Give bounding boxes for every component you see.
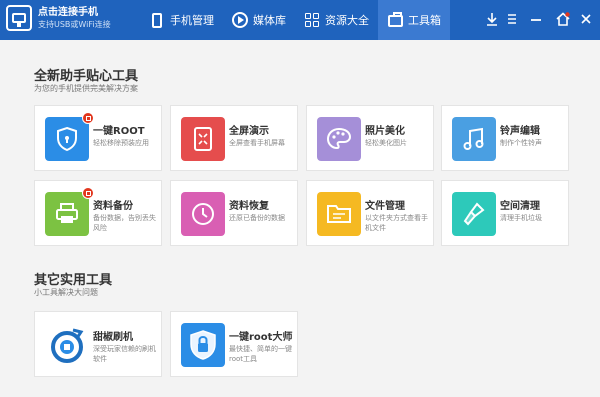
tool-card-cleanup[interactable]: 空间清理 清理手机垃圾 [441,180,569,246]
tool-card-root[interactable]: 一键ROOT 轻松移除预装应用 [34,105,162,171]
tool-card-fullscreen[interactable]: 全屏演示 全屏查看手机屏幕 [170,105,298,171]
tool-card-root-master[interactable]: 一键root大师 最快捷、简单的一键root工具 [170,311,298,377]
tab-toolbox[interactable]: 工具箱 [378,0,450,40]
tool-name: 一键ROOT [93,126,145,137]
app-title[interactable]: 点击连接手机 [38,6,111,19]
minimize-icon[interactable] [530,12,542,29]
folder-icon [317,192,361,236]
tool-name: 照片美化 [365,126,405,137]
tool-name: 甜椒刷机 [93,332,133,343]
toolbox-icon [387,12,403,28]
tool-name: 资料恢复 [229,201,269,212]
tab-label: 资源大全 [325,14,369,27]
tool-desc: 制作个性铃声 [500,139,542,147]
tool-name: 全屏演示 [229,126,269,137]
tool-name: 一键root大师 [229,332,293,343]
tool-name: 铃声编辑 [500,126,540,137]
fullscreen-icon [181,117,225,161]
tool-name: 空间清理 [500,201,540,212]
tool-desc: 最快捷、简单的一键root工具 [229,345,292,363]
music-note-icon [452,117,496,161]
tab-resources[interactable]: 资源大全 [295,0,378,40]
close-icon[interactable] [580,12,592,29]
palette-icon [317,117,361,161]
tool-card-photo[interactable]: 照片美化 轻松美化图片 [306,105,434,171]
tab-label: 手机管理 [170,14,214,27]
tool-desc: 还原已备份的数据 [229,214,285,222]
connect-phone-area[interactable]: 点击连接手机 支持USB或WiFi连接 [6,5,111,31]
tool-desc: 以文件夹方式查看手机文件 [365,214,428,232]
shield-icon [45,112,94,161]
tool-card-ringtone[interactable]: 铃声编辑 制作个性铃声 [441,105,569,171]
broom-icon [452,192,496,236]
grid-icon [304,12,320,28]
tool-card-tianjiao[interactable]: 甜椒刷机 深受玩家信赖的刷机软件 [34,311,162,377]
tool-card-restore[interactable]: 资料恢复 还原已备份的数据 [170,180,298,246]
tool-name: 文件管理 [365,201,405,212]
top-bar: 点击连接手机 支持USB或WiFi连接 手机管理 媒体库 资源大全 工具箱 [0,0,600,40]
tab-media-library[interactable]: 媒体库 [223,0,295,40]
section-title: 全新助手贴心工具 [34,69,139,84]
tab-label: 媒体库 [253,14,286,27]
tool-card-files[interactable]: 文件管理 以文件夹方式查看手机文件 [306,180,434,246]
tianjiao-logo-icon [45,323,89,367]
tool-desc: 全屏查看手机屏幕 [229,139,285,147]
section-title: 其它实用工具 [34,273,113,288]
clock-icon [181,192,225,236]
phone-icon [149,12,165,28]
tool-desc: 深受玩家信赖的刷机软件 [93,345,156,363]
tool-desc: 轻松美化图片 [365,139,407,147]
menu-icon[interactable] [506,12,518,29]
home-icon[interactable] [556,12,570,29]
root-master-shield-icon [181,323,225,367]
app-subtitle: 支持USB或WiFi连接 [38,20,111,29]
tool-desc: 轻松移除预装应用 [93,139,149,147]
printer-icon [45,187,94,236]
phone-connect-icon [6,5,32,31]
tool-desc: 清理手机垃圾 [500,214,542,222]
tab-label: 工具箱 [408,14,441,27]
tool-desc: 备份数据，告别丢失风险 [93,214,156,232]
main-nav: 手机管理 媒体库 资源大全 工具箱 [140,0,450,40]
tab-phone-manage[interactable]: 手机管理 [140,0,223,40]
play-icon [232,12,248,28]
section-subtitle: 小工具解决大问题 [34,288,98,297]
tool-name: 资料备份 [93,201,133,212]
section-subtitle: 为您的手机提供完美解决方案 [34,84,138,93]
tool-card-backup[interactable]: 资料备份 备份数据，告别丢失风险 [34,180,162,246]
download-icon[interactable] [486,12,498,29]
